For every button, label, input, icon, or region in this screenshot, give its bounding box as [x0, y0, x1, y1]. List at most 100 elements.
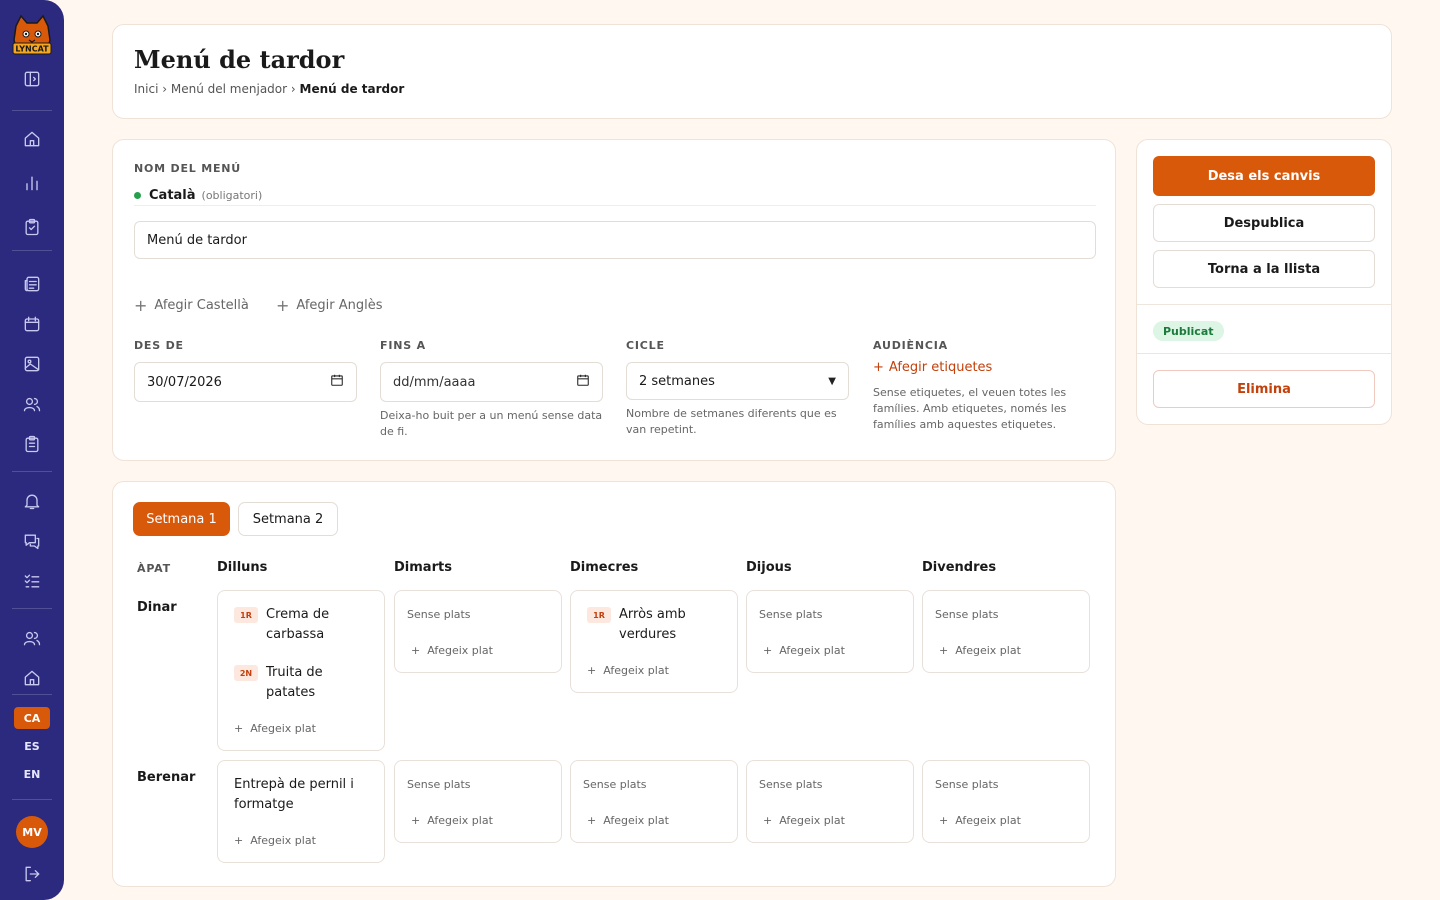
add-dish-label: Afegeix plat	[250, 722, 316, 735]
logout-icon[interactable]	[19, 861, 45, 887]
sidebar-divider	[12, 110, 52, 111]
date-from-input[interactable]: 30/07/2026	[134, 362, 357, 402]
date-to-input[interactable]: dd/mm/aaaa	[380, 362, 603, 402]
sidebar: LYNCAT CA ES EN MV	[0, 0, 64, 900]
language-en[interactable]: EN	[14, 763, 50, 785]
unpublish-button[interactable]: Despublica	[1153, 204, 1375, 242]
add-dish-button[interactable]: + Afegeix plat	[234, 834, 316, 847]
back-to-list-button[interactable]: Torna a la llista	[1153, 250, 1375, 288]
language-ca[interactable]: CA	[14, 707, 50, 729]
language-es[interactable]: ES	[14, 735, 50, 757]
language-name: Català	[149, 188, 196, 203]
day-header: Dijous	[746, 560, 792, 575]
sidebar-divider	[12, 694, 52, 695]
empty-slot-text: Sense plats	[935, 778, 999, 791]
cycle-label: CICLE	[626, 339, 665, 352]
page-title: Menú de tardor	[134, 45, 345, 74]
bell-icon[interactable]	[19, 488, 45, 514]
delete-button[interactable]: Elimina	[1153, 370, 1375, 408]
add-tags-label: Afegir etiquetes	[888, 360, 993, 375]
save-button[interactable]: Desa els canvis	[1153, 156, 1375, 196]
plus-icon: +	[939, 814, 949, 827]
clipboard-list-icon[interactable]	[19, 431, 45, 457]
avatar[interactable]: MV	[16, 816, 48, 848]
plus-icon: +	[873, 360, 884, 375]
chat-icon[interactable]	[19, 528, 45, 554]
dish-item[interactable]: 2N Truita de patates	[234, 663, 374, 703]
user-group-icon[interactable]	[19, 625, 45, 651]
week-planner: Setmana 1 Setmana 2 ÀPAT Dilluns Dimarts…	[112, 481, 1116, 887]
add-dish-button[interactable]: + Afegeix plat	[763, 814, 845, 827]
meal-slot: Sense plats + Afegeix plat	[746, 760, 914, 843]
add-dish-label: Afegeix plat	[427, 644, 493, 657]
calendar-icon[interactable]	[19, 311, 45, 337]
status-dot	[134, 192, 141, 199]
add-dish-button[interactable]: + Afegeix plat	[587, 814, 669, 827]
sidebar-divider	[12, 250, 52, 251]
add-english-button[interactable]: + Afegir Anglès	[276, 296, 383, 315]
tab-week-2[interactable]: Setmana 2	[238, 502, 338, 536]
dish-item[interactable]: Entrepà de pernil i formatge	[234, 775, 384, 815]
cycle-field: CICLE 2 setmanes ▼ Nombre de setmanes di…	[626, 339, 849, 438]
menu-name-input[interactable]	[134, 221, 1096, 259]
breadcrumb-menus[interactable]: Menú del menjador	[171, 82, 287, 96]
users-icon[interactable]	[19, 391, 45, 417]
add-dish-button[interactable]: + Afegeix plat	[234, 722, 316, 735]
calendar-icon[interactable]	[576, 373, 590, 391]
meal-slot: Entrepà de pernil i formatge + Afegeix pla…	[217, 760, 385, 863]
add-dish-button[interactable]: + Afegeix plat	[587, 664, 669, 677]
house-icon[interactable]	[19, 665, 45, 691]
breadcrumb-home[interactable]: Inici	[134, 82, 158, 96]
dish-item[interactable]: 1R Arròs amb verdures	[587, 605, 727, 645]
add-dish-label: Afegeix plat	[779, 814, 845, 827]
cycle-select[interactable]: 2 setmanes ▼	[626, 362, 849, 400]
add-dish-label: Afegeix plat	[779, 644, 845, 657]
date-from-value: 30/07/2026	[147, 374, 222, 390]
add-dish-button[interactable]: + Afegeix plat	[411, 814, 493, 827]
empty-slot-text: Sense plats	[583, 778, 647, 791]
date-to-field: FINS A dd/mm/aaaa Deixa-ho buit per a un…	[380, 339, 603, 440]
calendar-icon[interactable]	[330, 373, 344, 391]
add-dish-button[interactable]: + Afegeix plat	[939, 814, 1021, 827]
meal-slot: Sense plats + Afegeix plat	[394, 760, 562, 843]
plus-icon: +	[134, 296, 148, 315]
plus-icon: +	[939, 644, 949, 657]
dish-item[interactable]: 1R Crema de carbassa	[234, 605, 374, 645]
list-check-icon[interactable]	[19, 568, 45, 594]
meal-column-header: ÀPAT	[137, 562, 171, 575]
add-dish-button[interactable]: + Afegeix plat	[411, 644, 493, 657]
plus-icon: +	[587, 664, 597, 677]
add-tags-button[interactable]: + Afegir etiquetes	[873, 360, 1096, 375]
lyncat-logo[interactable]: LYNCAT	[12, 14, 52, 56]
dish-course-badge: 1R	[587, 607, 611, 623]
meal-slot: Sense plats + Afegeix plat	[570, 760, 738, 843]
chart-icon[interactable]	[19, 170, 45, 196]
day-header: Divendres	[922, 560, 997, 575]
actions-divider	[1137, 304, 1391, 305]
breadcrumb-separator: ›	[162, 82, 168, 96]
newspaper-icon[interactable]	[19, 271, 45, 297]
breadcrumb-separator: ›	[290, 82, 296, 96]
sidebar-toggle-icon[interactable]	[19, 66, 45, 92]
add-spanish-button[interactable]: + Afegir Castellà	[134, 296, 249, 315]
home-icon[interactable]	[19, 126, 45, 152]
plus-icon: +	[763, 644, 773, 657]
day-header: Dimarts	[394, 560, 452, 575]
tab-week-1[interactable]: Setmana 1	[133, 502, 230, 536]
date-from-field: DES DE 30/07/2026	[134, 339, 357, 402]
date-from-label: DES DE	[134, 339, 184, 352]
image-icon[interactable]	[19, 351, 45, 377]
empty-slot-text: Sense plats	[759, 608, 823, 621]
clipboard-check-icon[interactable]	[19, 214, 45, 240]
date-to-help: Deixa-ho buit per a un menú sense data d…	[380, 409, 603, 438]
add-dish-button[interactable]: + Afegeix plat	[763, 644, 845, 657]
add-dish-button[interactable]: + Afegeix plat	[939, 644, 1021, 657]
meal-slot: Sense plats + Afegeix plat	[746, 590, 914, 673]
chevron-down-icon: ▼	[828, 375, 836, 387]
plus-icon: +	[763, 814, 773, 827]
status-badge: Publicat	[1153, 321, 1224, 341]
date-to-label: FINS A	[380, 339, 426, 352]
audience-label: AUDIÈNCIA	[873, 339, 948, 352]
plus-icon: +	[234, 722, 244, 735]
add-dish-label: Afegeix plat	[427, 814, 493, 827]
